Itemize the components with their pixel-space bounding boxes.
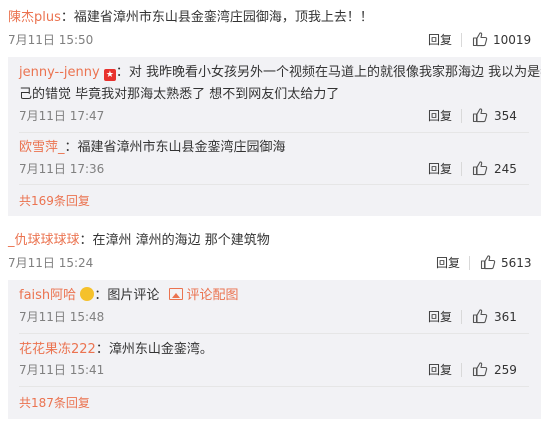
thumbs-up-icon[interactable]: [472, 361, 488, 377]
comment-1-more-replies-link[interactable]: 共169条回复: [19, 193, 90, 209]
thumbs-up-icon[interactable]: [472, 31, 488, 47]
reply-1-1-username[interactable]: jenny--jenny: [19, 65, 100, 80]
comment-1-reply-button[interactable]: 回复: [428, 32, 452, 48]
comment-1-replies: jenny--jenny ★ ：对 我昨晚看小女孩另外一个视频在马道上的就很像我家…: [8, 57, 541, 216]
thumbs-up-icon[interactable]: [472, 160, 488, 176]
comment-section: 陳杰plus：福建省漳州市东山县金銮湾庄园御海，顶我上去！！ 7月11日 15:…: [0, 0, 541, 425]
comment-1-time: 7月11日 15:50: [8, 33, 94, 47]
reply-1-2-username[interactable]: 欧雪萍_: [19, 140, 65, 155]
reply-1-1: jenny--jenny ★ ：对 我昨晚看小女孩另外一个视频在马道上的就很像我家…: [19, 64, 541, 82]
comment-2-username[interactable]: _仇球球球球: [8, 233, 80, 248]
emoji-face-icon: [80, 287, 95, 301]
reply-2-1-text: ：图片评论: [94, 288, 160, 303]
comment-2-like-count: 5613: [501, 256, 532, 270]
comment-2-replies: faish阿哈 ：图片评论 评论配图 7月11日 15:48 回复 361 花花…: [8, 280, 541, 419]
reply-1-2-time: 7月11日 17:36: [19, 162, 105, 176]
reply-2-1-picture-link[interactable]: 评论配图: [169, 288, 238, 303]
divider: [461, 33, 462, 47]
comment-1-username[interactable]: 陳杰plus: [8, 10, 61, 25]
reply-2-1: faish阿哈 ：图片评论 评论配图: [19, 287, 238, 305]
comment-2-time: 7月11日 15:24: [8, 256, 94, 270]
comment-2-more-replies-link[interactable]: 共187条回复: [19, 395, 90, 411]
reply-1-1-text-line1: ：对 我昨晚看小女孩另外一个视频在马道上的就很像我家那海边 我以为是我自: [115, 65, 541, 80]
divider: [461, 310, 462, 324]
picture-icon: [169, 288, 184, 300]
reply-1-1-like-count: 354: [494, 109, 517, 123]
reply-2-2-text: ：漳州东山金銮湾。: [95, 342, 213, 357]
divider: [19, 184, 529, 185]
comment-2-reply-button[interactable]: 回复: [436, 255, 460, 271]
thumbs-up-icon[interactable]: [472, 308, 488, 324]
reply-2-2-reply-button[interactable]: 回复: [428, 362, 452, 378]
comment-1: 陳杰plus：福建省漳州市东山县金銮湾庄园御海，顶我上去！！: [8, 9, 373, 27]
divider: [19, 333, 529, 334]
comment-2-text: ：在漳州 漳州的海边 那个建筑物: [79, 233, 270, 248]
comment-1-text: ：福建省漳州市东山县金銮湾庄园御海，顶我上去！！: [60, 10, 373, 25]
reply-1-1-time: 7月11日 17:47: [19, 109, 105, 123]
reply-2-1-like-count: 361: [494, 310, 517, 324]
reply-1-2-like-count: 245: [494, 162, 517, 176]
divider: [469, 256, 470, 270]
thumbs-up-icon[interactable]: [472, 107, 488, 123]
divider: [461, 162, 462, 176]
reply-1-2: 欧雪萍_：福建省漳州市东山县金銮湾庄园御海: [19, 139, 286, 157]
reply-1-1-reply-button[interactable]: 回复: [428, 108, 452, 124]
reply-2-2-username[interactable]: 花花果冻222: [19, 342, 96, 357]
comment-2: _仇球球球球：在漳州 漳州的海边 那个建筑物: [8, 232, 270, 250]
divider: [461, 363, 462, 377]
reply-1-2-text: ：福建省漳州市东山县金銮湾庄园御海: [64, 140, 286, 155]
divider: [19, 386, 529, 387]
reply-2-2-like-count: 259: [494, 363, 517, 377]
divider: [461, 109, 462, 123]
reply-1-1-text-line2: 己的错觉 毕竟我对那海太熟悉了 想不到网友们太给力了: [19, 87, 340, 102]
reply-2-2-time: 7月11日 15:41: [19, 363, 105, 377]
thumbs-up-icon[interactable]: [480, 254, 496, 270]
reply-2-1-reply-button[interactable]: 回复: [428, 309, 452, 325]
reply-2-2: 花花果冻222：漳州东山金銮湾。: [19, 341, 213, 359]
vip-star-icon: ★: [103, 69, 116, 81]
reply-2-1-time: 7月11日 15:48: [19, 310, 105, 324]
reply-1-2-reply-button[interactable]: 回复: [428, 161, 452, 177]
reply-2-1-username[interactable]: faish阿哈: [19, 288, 76, 303]
divider: [19, 132, 529, 133]
picture-link-label: 评论配图: [186, 288, 239, 303]
comment-1-like-count: 10019: [493, 33, 532, 47]
